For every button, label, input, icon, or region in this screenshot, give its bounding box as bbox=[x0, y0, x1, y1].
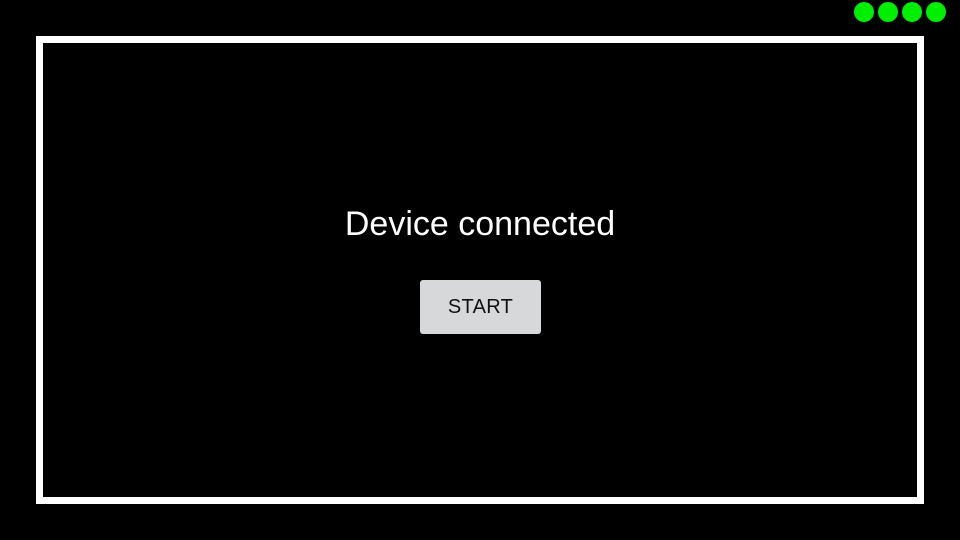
device-screen: Device connected START bbox=[0, 0, 960, 540]
start-button[interactable]: START bbox=[420, 280, 541, 334]
status-indicator bbox=[854, 2, 946, 22]
status-dot-icon bbox=[878, 2, 898, 22]
content-frame bbox=[36, 36, 924, 504]
status-dot-icon bbox=[854, 2, 874, 22]
connection-status-message: Device connected bbox=[344, 205, 616, 243]
status-dot-icon bbox=[926, 2, 946, 22]
status-dot-icon bbox=[902, 2, 922, 22]
